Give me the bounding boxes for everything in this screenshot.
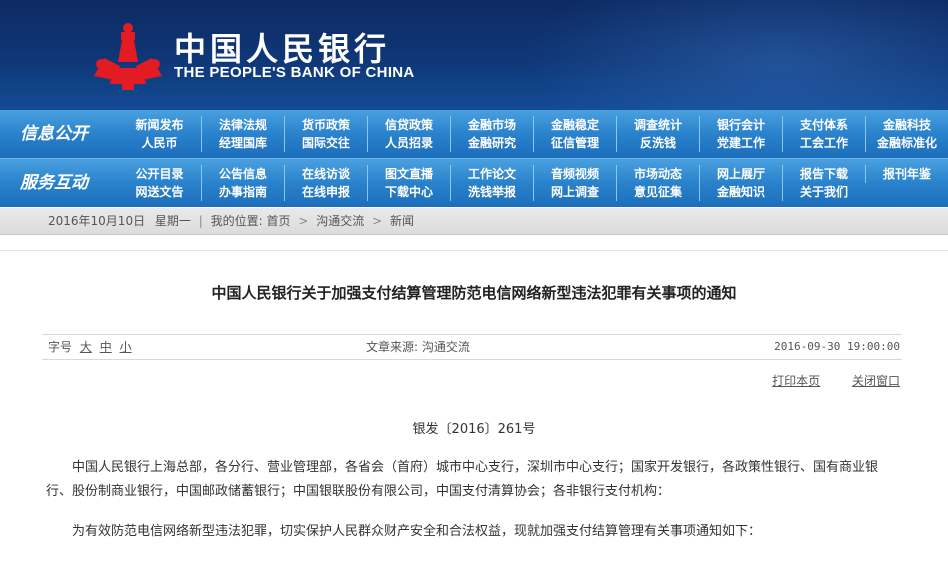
nav-service-links: 公开目录 公告信息 在线访谈 图文直播 工作论文 音频视频 市场动态 网上展厅 … <box>118 165 948 201</box>
nav-link[interactable]: 公开目录 <box>118 165 201 183</box>
nav-info-band: 信息公开 新闻发布 法律法规 货币政策 信贷政策 金融市场 金融稳定 调查统计 … <box>0 110 948 158</box>
breadcrumb-separator: | <box>198 214 203 228</box>
nav-link[interactable]: 市场动态 <box>616 165 699 183</box>
font-size-label: 字号 <box>48 340 73 354</box>
article-meta-bar: 字号 大 中 小 文章来源: 沟通交流 2016-09-30 19:00:00 <box>42 334 902 360</box>
nav-link[interactable]: 金融知识 <box>699 183 782 201</box>
nav-link[interactable]: 征信管理 <box>533 134 616 152</box>
nav-link[interactable]: 洗钱举报 <box>450 183 533 201</box>
nav-link[interactable]: 工作论文 <box>450 165 533 183</box>
nav-link[interactable]: 调查统计 <box>616 116 699 134</box>
nav-link[interactable]: 音频视频 <box>533 165 616 183</box>
font-size-small-button[interactable]: 小 <box>120 340 132 354</box>
breadcrumb: 2016年10月10日 星期一 | 我的位置: 首页 > 沟通交流 > 新闻 <box>48 208 414 234</box>
nav-link[interactable]: 网送文告 <box>118 183 201 201</box>
nav-link[interactable]: 人员招录 <box>367 134 450 152</box>
nav-link[interactable]: 经理国库 <box>201 134 284 152</box>
article-paragraph: 为有效防范电信网络新型违法犯罪，切实保护人民群众财产安全和合法权益，现就加强支付… <box>72 524 762 539</box>
nav-link[interactable]: 货币政策 <box>284 116 367 134</box>
nav-info-title[interactable]: 信息公开 <box>0 110 108 158</box>
chevron-right-icon: > <box>372 214 383 228</box>
nav-link[interactable]: 下载中心 <box>367 183 450 201</box>
article-datetime: 2016-09-30 19:00:00 <box>774 340 900 353</box>
nav-link[interactable]: 图文直播 <box>367 165 450 183</box>
pboc-emblem-icon <box>94 23 162 90</box>
nav-link[interactable]: 银行会计 <box>699 116 782 134</box>
article-title: 中国人民银行关于加强支付结算管理防范电信网络新型违法犯罪有关事项的通知 <box>211 284 737 302</box>
site-header: 中国人民银行 THE PEOPLE'S BANK OF CHINA <box>0 0 948 110</box>
article-area: 中国人民银行关于加强支付结算管理防范电信网络新型违法犯罪有关事项的通知 字号 大… <box>0 250 948 566</box>
breadcrumb-news-link[interactable]: 新闻 <box>390 208 414 234</box>
article-paragraph: 中国人民银行上海总部，各分行、营业管理部，各省会（首府）城市中心支行，深圳市中心… <box>46 460 879 499</box>
nav-link[interactable]: 工会工作 <box>782 134 865 152</box>
current-weekday: 星期一 <box>154 214 191 228</box>
nav-link[interactable]: 国际交往 <box>284 134 367 152</box>
article-source: 文章来源: 沟通交流 <box>366 340 470 354</box>
nav-link[interactable]: 网上展厅 <box>699 165 782 183</box>
nav-link[interactable]: 在线访谈 <box>284 165 367 183</box>
nav-link[interactable]: 信贷政策 <box>367 116 450 134</box>
divider <box>0 250 948 251</box>
breadcrumb-communication-link[interactable]: 沟通交流 <box>316 208 364 234</box>
nav-link[interactable]: 金融研究 <box>450 134 533 152</box>
nav-info-links: 新闻发布 法律法规 货币政策 信贷政策 金融市场 金融稳定 调查统计 银行会计 … <box>118 116 948 152</box>
nav-link[interactable]: 反洗钱 <box>616 134 699 152</box>
nav-link[interactable]: 报刊年鉴 <box>865 165 948 183</box>
nav-link[interactable]: 法律法规 <box>201 116 284 134</box>
site-name-english[interactable]: THE PEOPLE'S BANK OF CHINA <box>174 64 415 81</box>
nav-link[interactable]: 金融标准化 <box>865 134 948 152</box>
chevron-right-icon: > <box>298 214 309 228</box>
nav-link[interactable]: 公告信息 <box>201 165 284 183</box>
print-page-link[interactable]: 打印本页 <box>772 374 820 388</box>
nav-link[interactable]: 在线申报 <box>284 183 367 201</box>
nav-link[interactable]: 网上调查 <box>533 183 616 201</box>
nav-link[interactable]: 金融科技 <box>865 116 948 134</box>
font-size-large-button[interactable]: 大 <box>80 340 92 354</box>
nav-link[interactable]: 关于我们 <box>782 183 865 201</box>
nav-service-title[interactable]: 服务互动 <box>0 159 108 207</box>
nav-link[interactable]: 新闻发布 <box>118 116 201 134</box>
nav-link[interactable]: 人民币 <box>118 134 201 152</box>
nav-link[interactable]: 办事指南 <box>201 183 284 201</box>
document-number: 银发〔2016〕261号 <box>412 422 536 437</box>
nav-link[interactable]: 金融市场 <box>450 116 533 134</box>
breadcrumb-bar: 2016年10月10日 星期一 | 我的位置: 首页 > 沟通交流 > 新闻 <box>0 208 948 235</box>
font-size-medium-button[interactable]: 中 <box>100 340 112 354</box>
nav-link[interactable]: 党建工作 <box>699 134 782 152</box>
nav-link[interactable]: 金融稳定 <box>533 116 616 134</box>
font-size-controls: 字号 大 中 小 <box>48 335 132 359</box>
nav-link[interactable]: 意见征集 <box>616 183 699 201</box>
nav-link[interactable]: 支付体系 <box>782 116 865 134</box>
close-window-link[interactable]: 关闭窗口 <box>852 374 900 388</box>
nav-link[interactable]: 报告下载 <box>782 165 865 183</box>
header-glow <box>520 0 948 110</box>
current-date: 2016年10月10日 <box>48 214 146 228</box>
breadcrumb-home-link[interactable]: 首页 <box>267 208 291 234</box>
article-actions: 打印本页 关闭窗口 <box>744 372 900 389</box>
location-label: 我的位置: <box>210 214 263 228</box>
nav-service-band: 服务互动 公开目录 公告信息 在线访谈 图文直播 工作论文 音频视频 市场动态 … <box>0 158 948 207</box>
